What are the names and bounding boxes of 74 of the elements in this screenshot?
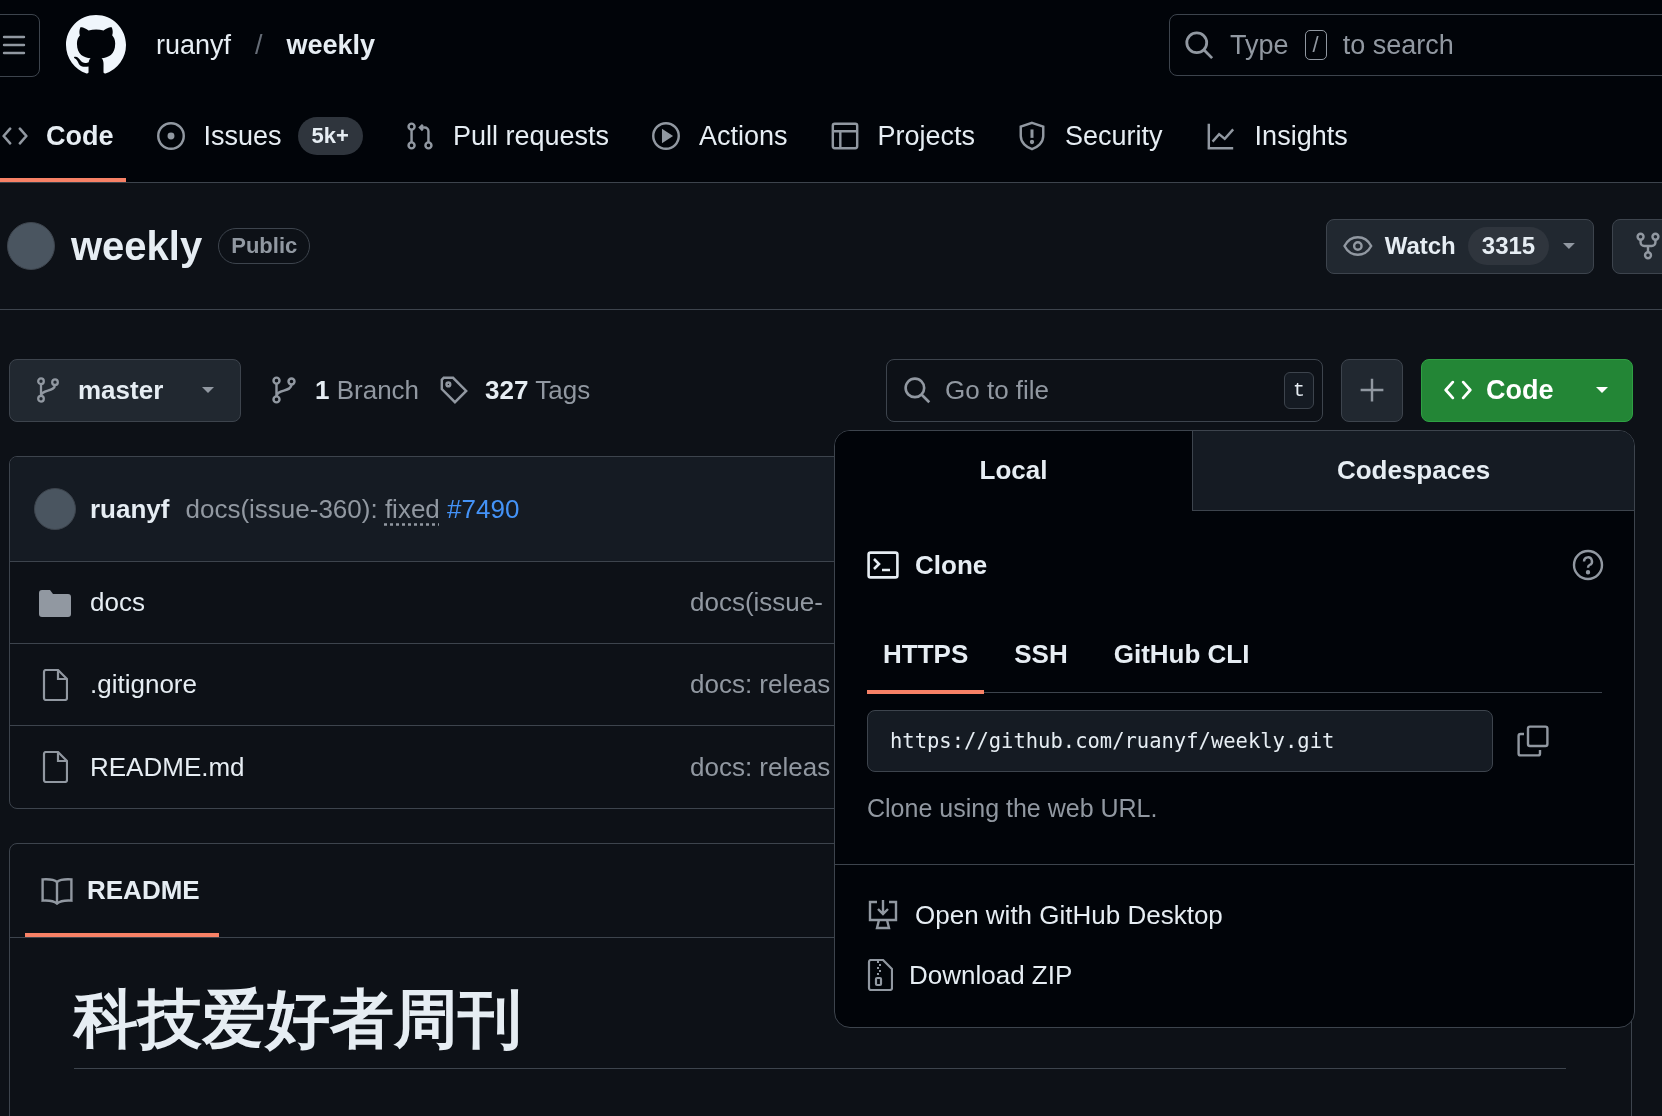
commit-message[interactable]: docs(issue-: [690, 587, 823, 618]
clone-title: Clone: [915, 549, 988, 581]
search-hint: Type: [1230, 29, 1289, 61]
commit-message[interactable]: docs: releas: [690, 751, 831, 783]
readme-heading: 科技爱好者周刊: [74, 983, 522, 1055]
table-icon: [829, 121, 860, 151]
tags-link[interactable]: 327 Tags: [485, 374, 591, 406]
file-icon: [42, 668, 68, 701]
plus-icon: [1359, 377, 1385, 403]
commit-message[interactable]: docs: releas: [690, 669, 831, 700]
repo-tab[interactable]: Insights: [1192, 90, 1360, 182]
repo-tab[interactable]: Actions: [638, 90, 800, 182]
play-icon: [650, 121, 681, 151]
branch-icon: [269, 375, 299, 405]
owner-link[interactable]: ruanyf: [156, 29, 232, 61]
repo-tab[interactable]: Code: [0, 90, 126, 182]
tag-icon: [439, 375, 470, 405]
shortcut-key: /: [1304, 30, 1327, 60]
zip-file-icon: [867, 959, 893, 991]
go-to-file-placeholder: Go to file: [945, 374, 1051, 406]
add-file-button[interactable]: [1341, 358, 1403, 422]
commit-author[interactable]: ruanyf: [90, 493, 170, 525]
help-icon[interactable]: [1572, 549, 1604, 581]
repo-link[interactable]: weekly: [286, 29, 376, 61]
watch-count: 3315: [1467, 227, 1550, 265]
commit-message[interactable]: docs(issue-360): fixed #7490: [185, 493, 520, 525]
pull-request-icon: [404, 121, 435, 151]
issue-link[interactable]: #7490: [447, 493, 520, 524]
count-badge: 5k+: [297, 117, 363, 155]
protocol-tab[interactable]: HTTPS: [867, 619, 985, 694]
folder-icon: [39, 588, 71, 617]
copy-icon[interactable]: [1517, 725, 1549, 757]
avatar: [34, 488, 76, 530]
repo-tab[interactable]: Security: [1005, 90, 1175, 182]
avatar: [7, 222, 55, 270]
clone-tab[interactable]: Codespaces: [1192, 431, 1634, 511]
menu-icon: [2, 34, 26, 56]
circle-dot-icon: [155, 121, 186, 151]
search-hint: to search: [1342, 29, 1454, 61]
open-desktop-item[interactable]: Open with GitHub Desktop: [867, 885, 1602, 945]
branches-link[interactable]: 1 Branch: [315, 374, 420, 406]
caret-icon: [200, 385, 216, 395]
search-icon: [903, 376, 931, 404]
clone-hint: Clone using the web URL.: [867, 794, 1159, 824]
caret-icon: [1594, 385, 1610, 395]
path-separator: /: [255, 29, 263, 61]
repo-tab[interactable]: Pull requests: [392, 90, 621, 182]
go-to-file-field[interactable]: Go to file t: [886, 358, 1323, 422]
search-field[interactable]: Type / to search: [1169, 14, 1662, 76]
menu-button[interactable]: [0, 13, 40, 77]
caret-icon: [1561, 241, 1577, 251]
protocol-tab[interactable]: GitHub CLI: [1097, 619, 1266, 694]
file-name[interactable]: README.md: [90, 751, 245, 782]
repo-tab[interactable]: Projects: [817, 90, 988, 182]
clone-url-field[interactable]: https://github.com/ruanyf/weekly.git: [867, 710, 1493, 772]
repo-name[interactable]: weekly: [71, 223, 203, 269]
readme-tab[interactable]: README: [25, 844, 219, 937]
book-icon: [41, 876, 73, 905]
octocat-logo-icon[interactable]: [66, 15, 126, 75]
watch-button[interactable]: Watch 3315: [1326, 218, 1594, 274]
desktop-download-icon: [867, 899, 899, 931]
code-button[interactable]: Code: [1421, 358, 1633, 422]
file-name[interactable]: .gitignore: [90, 669, 197, 699]
download-zip-item[interactable]: Download ZIP: [867, 945, 1602, 1005]
shortcut-key: t: [1284, 371, 1314, 409]
search-icon: [1184, 30, 1214, 60]
branch-icon: [34, 376, 62, 404]
file-icon: [42, 751, 68, 783]
protocol-tab[interactable]: SSH: [998, 619, 1084, 694]
terminal-icon: [867, 551, 899, 579]
fork-icon: [1635, 231, 1661, 261]
file-name[interactable]: docs: [90, 587, 145, 617]
repo-tab[interactable]: Issues 5k+: [143, 90, 375, 182]
branch-selector[interactable]: master: [9, 358, 241, 422]
